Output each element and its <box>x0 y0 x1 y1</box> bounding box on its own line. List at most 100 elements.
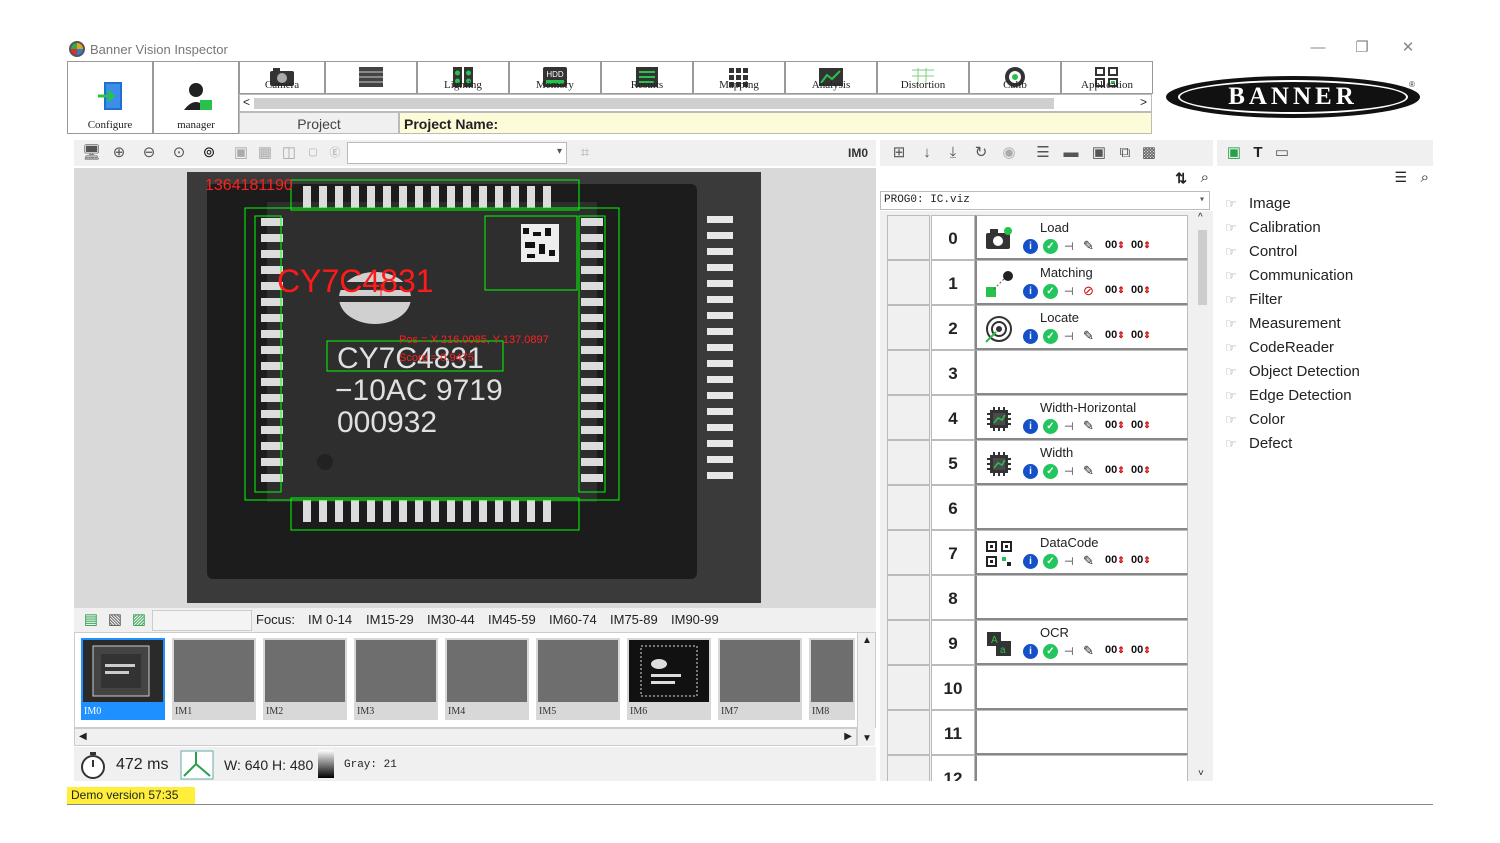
library-item-defect[interactable]: ☞ Defect <box>1225 435 1292 452</box>
counter-b[interactable]: 00⇕ <box>1131 329 1151 341</box>
thumbnail-im0[interactable]: IM0 <box>81 638 165 720</box>
scroll-right-button[interactable]: > <box>1140 95 1147 109</box>
program-step-11[interactable]: 11 <box>880 710 1190 755</box>
library-item-image[interactable]: ☞ Image <box>1225 195 1291 212</box>
thumbnail-vscrollbar[interactable]: ▲ ▼ <box>857 633 875 746</box>
save-icon[interactable]: ▣ <box>1090 144 1108 162</box>
download-icon[interactable]: ⤓ <box>944 144 962 162</box>
counter-a[interactable]: 00⇕ <box>1105 419 1125 431</box>
empty-tool-slot[interactable] <box>975 665 1188 710</box>
info-icon[interactable]: i <box>1023 239 1038 254</box>
step-gutter[interactable] <box>887 485 930 530</box>
zoom-actual-icon[interactable]: ⊚ <box>200 144 218 162</box>
empty-tool-slot[interactable] <box>975 350 1188 395</box>
counter-a[interactable]: 00⇕ <box>1105 284 1125 296</box>
search-icon[interactable]: ⌕ <box>1421 169 1429 186</box>
thumbnail-im1[interactable]: IM1 <box>172 638 256 720</box>
focus-range-1[interactable]: IM15-29 <box>366 612 414 627</box>
tab-application[interactable]: Application <box>1061 61 1153 94</box>
library-item-color[interactable]: ☞ Color <box>1225 411 1285 428</box>
check-icon[interactable]: ✓ <box>1043 554 1058 569</box>
step-gutter[interactable] <box>887 710 930 755</box>
info-icon[interactable]: i <box>1023 464 1038 479</box>
restore-button[interactable]: ❐ <box>1347 38 1377 58</box>
tab-lighting[interactable]: Lighting <box>417 61 509 94</box>
step-gutter[interactable] <box>887 620 930 665</box>
focus-range-3[interactable]: IM45-59 <box>488 612 536 627</box>
scroll-left-button[interactable]: < <box>243 95 250 109</box>
tool-slot[interactable]: Matching i ✓ ⊣ ⊘ 00⇕ 00⇕ <box>975 260 1188 305</box>
user-button[interactable]: manager <box>153 61 239 134</box>
text-tool-icon[interactable]: T <box>1249 144 1267 162</box>
focus-range-2[interactable]: IM30-44 <box>427 612 475 627</box>
edit-icon[interactable]: ✎ <box>1083 238 1094 254</box>
chevron-down-icon[interactable]: ˅ <box>1198 768 1204 779</box>
info-icon[interactable]: i <box>1023 554 1038 569</box>
library-item-communication[interactable]: ☞ Communication <box>1225 267 1353 284</box>
step-gutter[interactable] <box>887 530 930 575</box>
edit-icon[interactable]: ✎ <box>1083 418 1094 434</box>
edit-icon[interactable]: ✎ <box>1083 643 1094 659</box>
tab-analysis[interactable]: Analysis <box>785 61 877 94</box>
pin-icon[interactable]: ⊣ <box>1064 240 1074 253</box>
step-gutter[interactable] <box>887 755 930 781</box>
edit-icon[interactable]: ✎ <box>1083 553 1094 569</box>
counter-a[interactable]: 00⇕ <box>1105 329 1125 341</box>
list-icon[interactable]: ☰ <box>1034 144 1052 162</box>
project-name-field[interactable]: Project Name: <box>399 112 1152 134</box>
program-search-bar[interactable]: ⇅ ⌕ <box>880 168 1213 190</box>
empty-tool-slot[interactable] <box>975 485 1188 530</box>
scroll-up-icon[interactable]: ^ <box>1198 212 1203 223</box>
check-icon[interactable]: ✓ <box>1043 329 1058 344</box>
program-step-7[interactable]: 7 DataCode i ✓ ⊣ ✎ 00⇕ 00⇕ <box>880 530 1190 575</box>
counter-b[interactable]: 00⇕ <box>1131 239 1151 251</box>
counter-a[interactable]: 00⇕ <box>1105 554 1125 566</box>
step-gutter[interactable] <box>887 665 930 710</box>
library-search-bar[interactable]: ☰ ⌕ <box>1217 168 1433 190</box>
counter-b[interactable]: 00⇕ <box>1131 284 1151 296</box>
save-all-icon[interactable]: ⧉ <box>1116 144 1134 162</box>
close-button[interactable]: ✕ <box>1393 38 1423 58</box>
program-step-4[interactable]: 4 Width-Horizontal i ✓ ⊣ ✎ 00⇕ 00⇕ <box>880 395 1190 440</box>
tool-slot[interactable]: Width-Horizontal i ✓ ⊣ ✎ 00⇕ 00⇕ <box>975 395 1188 440</box>
image-compare-icon[interactable]: ▨ <box>130 611 148 629</box>
check-icon[interactable]: ✓ <box>1043 644 1058 659</box>
thumbnail-im6[interactable]: IM6 <box>627 638 711 720</box>
counter-a[interactable]: 00⇕ <box>1105 644 1125 656</box>
roi-icon[interactable]: ◫ <box>280 144 298 162</box>
overlay-icon[interactable]: ▣ <box>232 144 250 162</box>
project-tab[interactable]: Project <box>239 112 399 134</box>
pin-icon[interactable]: ⊣ <box>1064 645 1074 658</box>
focus-range-0[interactable]: IM 0-14 <box>308 612 352 627</box>
step-gutter[interactable] <box>887 350 930 395</box>
scroll-right-icon[interactable]: ▶ <box>844 731 852 742</box>
thumbnail-im2[interactable]: IM2 <box>263 638 347 720</box>
tab-memory[interactable]: HDD Memory <box>509 61 601 94</box>
scroll-up-icon[interactable]: ▲ <box>862 635 872 646</box>
scroll-left-icon[interactable]: ◀ <box>79 731 87 742</box>
program-step-10[interactable]: 10 <box>880 665 1190 710</box>
library-item-object-detection[interactable]: ☞ Object Detection <box>1225 363 1360 380</box>
empty-tool-slot[interactable] <box>975 755 1188 781</box>
wb-icon[interactable]: ▢ <box>304 144 322 162</box>
grid-icon[interactable]: ▦ <box>256 144 274 162</box>
focus-range-4[interactable]: IM60-74 <box>549 612 597 627</box>
program-step-9[interactable]: 9 Aa OCR i ✓ ⊣ ✎ 00⇕ 00⇕ <box>880 620 1190 665</box>
scroll-down-icon[interactable]: ▼ <box>862 733 872 744</box>
program-step-0[interactable]: 0 Load i ✓ ⊣ ✎ 00⇕ 00⇕ <box>880 215 1190 260</box>
tab-sensor[interactable] <box>325 61 417 94</box>
arrow-down-icon[interactable]: ↓ <box>918 144 936 162</box>
thumbnail-im4[interactable]: IM4 <box>445 638 529 720</box>
tab-calib[interactable]: Calib <box>969 61 1061 94</box>
info-icon[interactable]: i <box>1023 284 1038 299</box>
e-icon[interactable]: Ⓔ <box>326 144 344 162</box>
check-icon[interactable]: ✓ <box>1043 284 1058 299</box>
focus-range-6[interactable]: IM90-99 <box>671 612 719 627</box>
stop-icon[interactable]: ◉ <box>1000 144 1018 162</box>
refresh-icon[interactable]: ↻ <box>972 144 990 162</box>
image-gallery-icon[interactable]: ▧ <box>106 611 124 629</box>
step-gutter[interactable] <box>887 260 930 305</box>
info-icon[interactable]: i <box>1023 419 1038 434</box>
step-gutter[interactable] <box>887 395 930 440</box>
pin-icon[interactable]: ⊣ <box>1064 555 1074 568</box>
